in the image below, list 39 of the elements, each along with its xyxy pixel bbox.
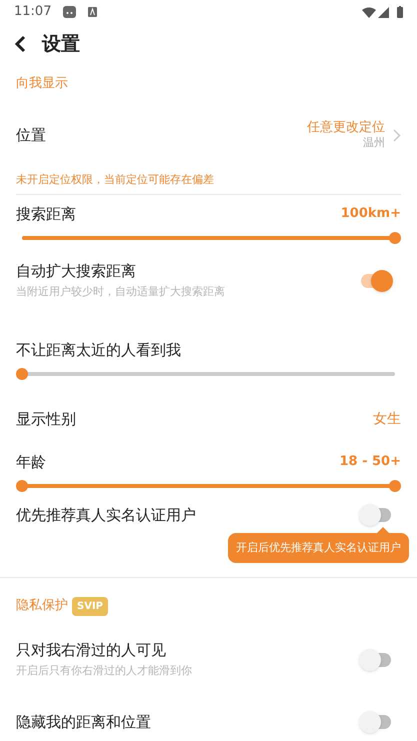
city-text: 温州 (363, 136, 385, 150)
setting-label: 显示性别 (16, 408, 76, 430)
section-title: 隐私保护 (16, 597, 68, 616)
setting-label: 隐藏我的距离和位置 (16, 712, 152, 733)
chevron-right-icon (393, 128, 401, 142)
slider-thumb[interactable] (16, 480, 28, 492)
toggle-switch[interactable] (359, 503, 393, 527)
setting-label: 搜索距离 (16, 204, 76, 225)
location-mode: 任意更改定位 (307, 120, 385, 136)
setting-value[interactable]: 女生 (373, 408, 401, 430)
setting-description: 开启后只有你右滑过的人才能滑到你 (16, 662, 193, 679)
setting-label: 年龄 (16, 452, 46, 473)
setting-value: 100km+ (340, 205, 401, 224)
battery-icon (397, 6, 403, 18)
wifi-icon (362, 6, 376, 18)
toggle-switch[interactable] (359, 269, 393, 293)
setting-label: 只对我右滑过的人可见 (16, 640, 167, 661)
notification-icon (63, 6, 76, 18)
setting-label: 自动扩大搜索距离 (16, 260, 137, 282)
toggle-switch[interactable] (359, 710, 393, 734)
setting-label: 位置 (16, 124, 47, 146)
slider-thumb[interactable] (389, 480, 401, 492)
section-title: 向我显示 (16, 75, 68, 94)
slider-thumb[interactable] (389, 232, 401, 244)
tooltip: 开启后优先推荐真人实名认证用户 (228, 527, 409, 563)
setting-label: 优先推荐真人实名认证用户 (16, 504, 197, 526)
notification-icon (88, 7, 98, 17)
warning-text: 未开启定位权限，当前定位可能存在偏差 (16, 172, 214, 188)
setting-description: 当附近用户较少时，自动适量扩大搜索距离 (16, 284, 226, 300)
page-title: 设置 (42, 32, 80, 57)
status-time: 11:07 (14, 3, 52, 22)
setting-label: 不让距离太近的人看到我 (16, 340, 181, 361)
setting-value: 18 - 50+ (339, 453, 401, 472)
signal-icon (378, 6, 389, 18)
toggle-switch[interactable] (359, 648, 393, 672)
vip-badge: SVIP (72, 596, 108, 616)
slider[interactable] (16, 480, 401, 492)
location-link[interactable]: 任意更改定位 温州 (307, 120, 401, 150)
slider-thumb[interactable] (16, 368, 28, 380)
